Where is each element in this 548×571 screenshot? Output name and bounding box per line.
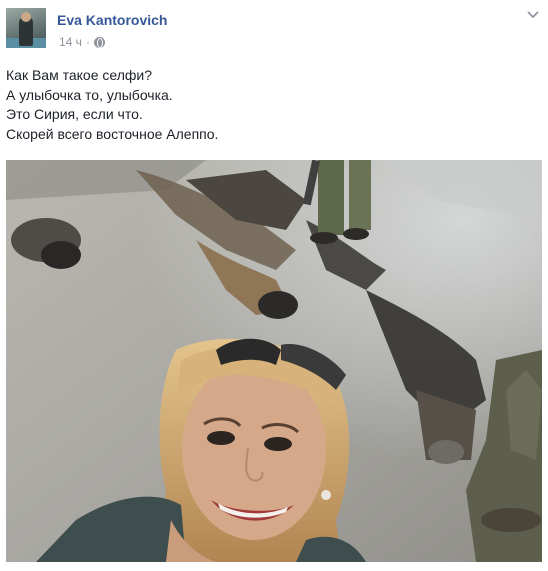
post-text-line: Скорей всего восточное Алеппо. (6, 125, 219, 142)
timestamp[interactable]: 14 ч (59, 35, 82, 49)
author-name[interactable]: Eva Kantorovich (57, 12, 167, 28)
avatar[interactable] (6, 8, 46, 48)
post-photo[interactable] (6, 160, 542, 562)
post-text: Как Вам такое селфи? А улыбочка то, улыб… (6, 66, 536, 144)
post-photo-image (6, 160, 542, 562)
post-text-line: Это Сирия, если что. (6, 106, 143, 122)
post-meta: 14 ч · (59, 35, 105, 49)
meta-separator: · (85, 35, 90, 49)
chevron-down-icon[interactable] (525, 6, 541, 22)
post-text-line: Как Вам такое селфи? (6, 67, 152, 83)
globe-icon[interactable] (93, 36, 105, 48)
facebook-post: Eva Kantorovich 14 ч · Как Вам такое сел… (0, 0, 548, 571)
avatar-head (21, 12, 31, 22)
post-text-line: А улыбочка то, улыбочка. (6, 86, 173, 103)
